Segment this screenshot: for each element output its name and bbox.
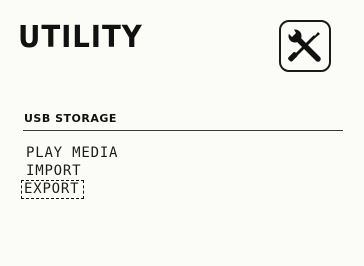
section-divider — [23, 130, 343, 131]
menu-item-import[interactable]: IMPORT — [24, 162, 118, 180]
section-header-usb-storage: USB STORAGE — [24, 112, 117, 125]
menu-item-export[interactable]: EXPORT — [21, 180, 118, 199]
tools-icon — [279, 20, 331, 72]
menu-item-label: EXPORT — [21, 180, 85, 199]
utility-screen: UTILITY USB STORAGE PLAY MEDIA IMPORT EX… — [0, 0, 364, 266]
page-title: UTILITY — [18, 20, 143, 55]
menu-list: PLAY MEDIA IMPORT EXPORT — [21, 144, 118, 199]
menu-item-play-media[interactable]: PLAY MEDIA — [24, 144, 118, 162]
menu-item-label: IMPORT — [26, 163, 82, 179]
menu-item-label: PLAY MEDIA — [26, 145, 119, 161]
